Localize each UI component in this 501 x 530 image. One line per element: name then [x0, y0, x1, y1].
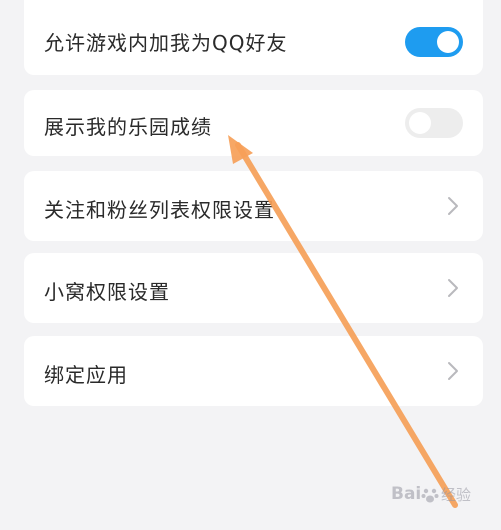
setting-label-bind-apps: 绑定应用	[44, 363, 128, 387]
chevron-right-icon	[448, 362, 458, 380]
show-playground-score-toggle[interactable]	[405, 108, 463, 138]
setting-card-show-playground-score: 展示我的乐园成绩	[24, 90, 483, 156]
chevron-right-icon	[448, 279, 458, 297]
setting-card-allow-qq-friend: 允许游戏内加我为QQ好友	[24, 0, 483, 75]
setting-card-follow-fans-permission[interactable]: 关注和粉丝列表权限设置	[24, 171, 483, 241]
toggle-knob	[437, 31, 459, 53]
chevron-right-icon	[448, 197, 458, 215]
setting-label-follow-fans-permission: 关注和粉丝列表权限设置	[44, 198, 275, 222]
watermark-brand: Bai	[391, 484, 422, 504]
watermark: Bai 经验	[385, 478, 497, 518]
setting-card-nest-permission[interactable]: 小窝权限设置	[24, 253, 483, 323]
setting-card-bind-apps[interactable]: 绑定应用	[24, 336, 483, 406]
setting-label-allow-qq-friend: 允许游戏内加我为QQ好友	[44, 31, 288, 55]
paw-icon	[421, 488, 439, 503]
toggle-knob	[409, 112, 431, 134]
setting-label-nest-permission: 小窝权限设置	[44, 280, 170, 304]
watermark-suffix: 经验	[441, 486, 472, 504]
allow-qq-friend-toggle[interactable]	[405, 27, 463, 57]
setting-label-show-playground-score: 展示我的乐园成绩	[44, 115, 212, 139]
